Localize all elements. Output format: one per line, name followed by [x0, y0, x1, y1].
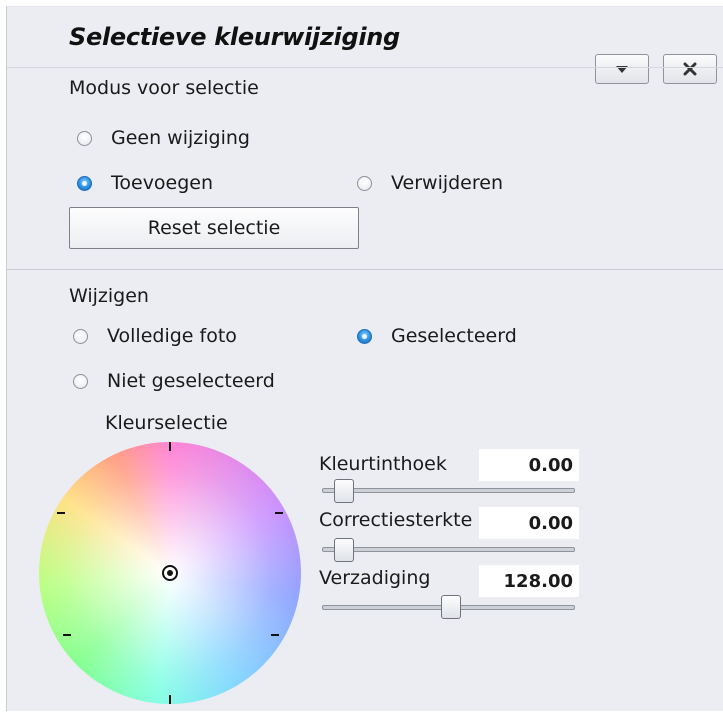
correction-strength-label: Correctiesterkte [319, 509, 473, 531]
hue-angle-label: Kleurtinthoek [319, 453, 447, 475]
radio-label: Niet geselecteerd [107, 370, 275, 392]
title-divider [7, 67, 723, 68]
radio-full-photo[interactable]: Volledige foto [73, 325, 237, 347]
radio-label: Verwijderen [391, 172, 503, 194]
wheel-tick [57, 512, 65, 514]
radio-add[interactable]: Toevoegen [77, 172, 213, 194]
radio-button [357, 175, 372, 191]
radio-button-selected [77, 175, 92, 191]
wheel-picker-handle[interactable] [162, 565, 178, 581]
hue-angle-track[interactable] [322, 488, 575, 493]
radio-label: Geen wijziging [111, 127, 250, 149]
color-wheel[interactable] [39, 442, 301, 704]
radio-button [73, 328, 88, 344]
radio-not-selected[interactable]: Niet geselecteerd [73, 370, 275, 392]
radio-no-change[interactable]: Geen wijziging [77, 127, 250, 149]
close-button[interactable] [663, 54, 717, 84]
close-x-icon [683, 62, 697, 76]
saturation-value[interactable]: 128.00 [479, 565, 579, 597]
saturation-slider-thumb[interactable] [441, 595, 461, 619]
correction-strength-track[interactable] [322, 547, 575, 552]
correction-strength-slider-thumb[interactable] [334, 538, 354, 562]
radio-label: Volledige foto [107, 325, 237, 347]
triangle-down-icon [616, 65, 628, 73]
saturation-label: Verzadiging [319, 567, 431, 589]
collapse-button[interactable] [595, 54, 649, 84]
radio-button-selected [357, 328, 372, 344]
radio-button [73, 373, 88, 389]
radio-selected[interactable]: Geselecteerd [357, 325, 517, 347]
reset-selection-button[interactable]: Reset selectie [69, 207, 359, 249]
section-divider [7, 269, 723, 270]
wheel-tick [169, 695, 171, 704]
hue-angle-value[interactable]: 0.00 [479, 449, 579, 481]
radio-label: Geselecteerd [391, 325, 517, 347]
correction-strength-value[interactable]: 0.00 [479, 507, 579, 539]
color-selection-heading: Kleurselectie [105, 412, 228, 434]
selection-mode-heading: Modus voor selectie [69, 77, 259, 99]
radio-button [77, 130, 92, 146]
panel-title: Selectieve kleurwijziging [69, 23, 400, 51]
radio-remove[interactable]: Verwijderen [357, 172, 503, 194]
selective-color-panel: Selectieve kleurwijziging Modus voor sel… [6, 6, 723, 711]
wheel-tick [271, 634, 279, 636]
radio-label: Toevoegen [111, 172, 214, 194]
wheel-tick [169, 442, 171, 451]
wheel-tick [275, 512, 283, 514]
wheel-tick [63, 634, 71, 636]
hue-angle-slider-thumb[interactable] [334, 479, 354, 503]
modify-heading: Wijzigen [69, 285, 149, 307]
